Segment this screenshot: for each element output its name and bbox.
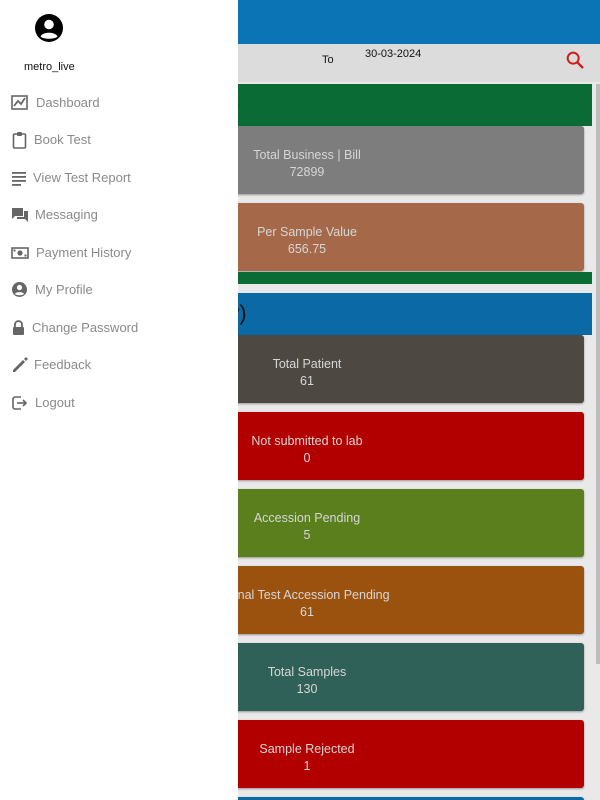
avatar[interactable] bbox=[34, 13, 64, 43]
menu-item-label: Messaging bbox=[35, 207, 98, 222]
account-circle-icon bbox=[35, 14, 63, 42]
list-icon bbox=[11, 169, 29, 187]
logout-icon bbox=[11, 394, 29, 412]
menu-item-label: Payment History bbox=[36, 245, 132, 260]
account-circle-icon bbox=[11, 281, 29, 299]
menu-item-label: Book Test bbox=[34, 132, 91, 147]
pencil-icon bbox=[11, 356, 29, 374]
menu-item-my-profile[interactable]: My Profile bbox=[0, 272, 238, 308]
search-icon[interactable] bbox=[564, 49, 586, 71]
to-date-field[interactable]: 30-03-2024 bbox=[365, 48, 421, 60]
menu-item-payment-history[interactable]: Payment History bbox=[0, 235, 238, 271]
menu-item-label: My Profile bbox=[35, 282, 93, 297]
scrollbar[interactable] bbox=[596, 84, 600, 664]
to-label: To bbox=[322, 54, 334, 66]
menu-item-dashboard[interactable]: Dashboard bbox=[0, 85, 238, 121]
menu-item-label: Logout bbox=[35, 395, 75, 410]
money-icon bbox=[11, 244, 29, 262]
menu-item-view-test-report[interactable]: View Test Report bbox=[0, 160, 238, 196]
menu-item-messaging[interactable]: Messaging bbox=[0, 197, 238, 233]
menu-item-change-password[interactable]: Change Password bbox=[0, 310, 238, 346]
menu-item-book-test[interactable]: Book Test bbox=[0, 122, 238, 158]
menu-item-feedback[interactable]: Feedback bbox=[0, 347, 238, 383]
menu-item-label: Change Password bbox=[32, 320, 139, 335]
chart-icon bbox=[11, 94, 29, 112]
forum-icon bbox=[11, 206, 29, 224]
menu-item-label: Dashboard bbox=[36, 95, 100, 110]
username: metro_live bbox=[24, 61, 75, 73]
navigation-drawer: metro_live Dashboard Book Test View Test… bbox=[0, 0, 238, 800]
lock-icon bbox=[11, 319, 29, 337]
menu-item-logout[interactable]: Logout bbox=[0, 385, 238, 421]
menu-item-label: Feedback bbox=[34, 357, 92, 372]
menu-item-label: View Test Report bbox=[33, 170, 131, 185]
clipboard-icon bbox=[11, 131, 29, 149]
